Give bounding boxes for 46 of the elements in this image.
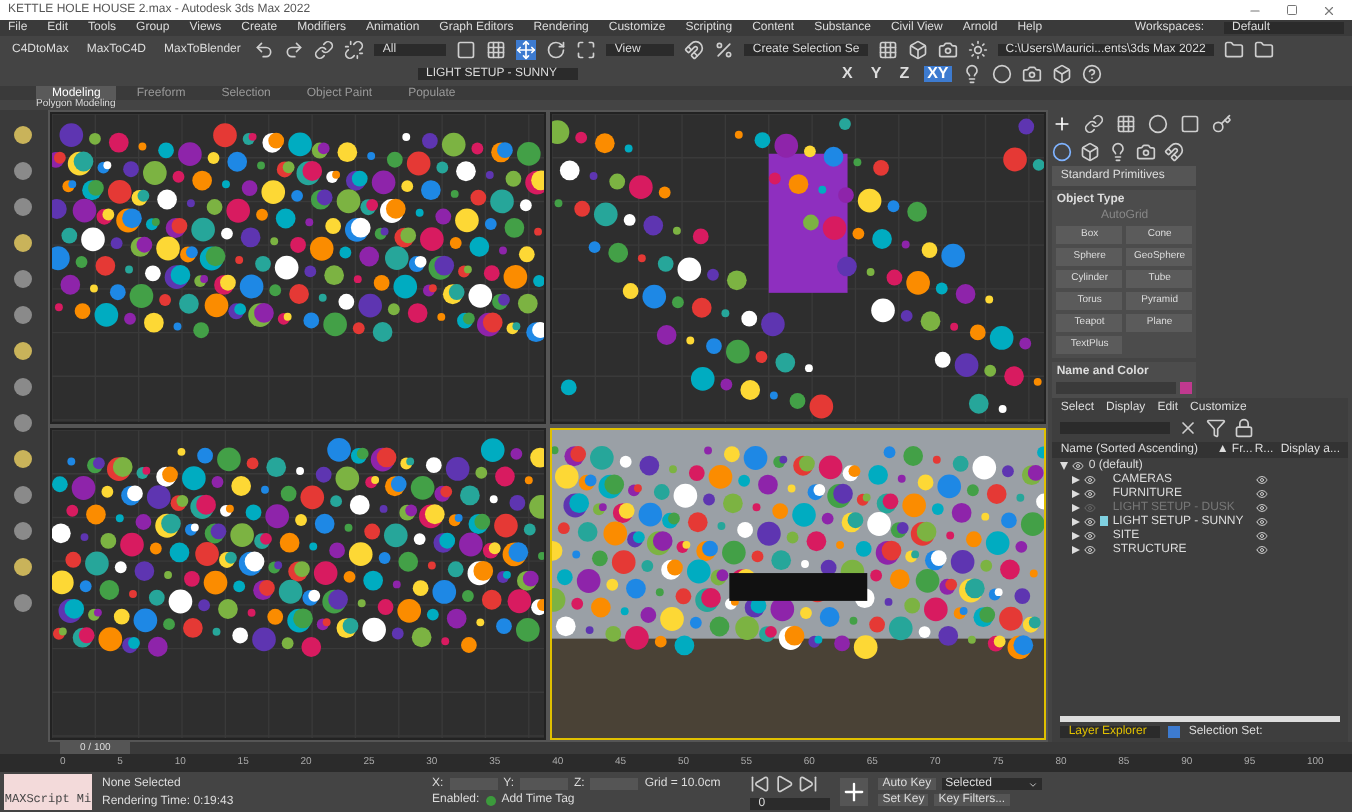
render-eye-icon[interactable]: [1256, 529, 1269, 541]
box-icon[interactable]: [1052, 64, 1073, 84]
last-frame-icon[interactable]: [798, 774, 819, 794]
lights-icon[interactable]: [1108, 142, 1129, 162]
folder-icon[interactable]: [1253, 39, 1274, 59]
camera-icon[interactable]: [1022, 64, 1043, 84]
maximize-icon[interactable]: [1286, 4, 1298, 16]
play-icon[interactable]: [774, 774, 795, 794]
help-icon[interactable]: [1082, 64, 1103, 84]
redo-icon[interactable]: [284, 39, 305, 59]
link-icon[interactable]: [314, 39, 335, 59]
grid-icon[interactable]: [877, 39, 898, 59]
render-eye-icon[interactable]: [1256, 487, 1269, 499]
geometry-icon[interactable]: [1052, 142, 1073, 162]
snap-icon[interactable]: [684, 39, 705, 59]
box-icon[interactable]: [907, 39, 928, 59]
color-swatch[interactable]: [1180, 382, 1193, 394]
unlink-icon[interactable]: [344, 39, 365, 59]
axis-constraint-button[interactable]: Z: [895, 66, 914, 82]
percent-snap-icon[interactable]: [714, 39, 735, 59]
cameras-icon[interactable]: [1136, 142, 1157, 162]
first-frame-icon[interactable]: [750, 774, 771, 794]
dropdown-caret-icon: [1027, 779, 1038, 789]
filter-icon[interactable]: [1206, 418, 1227, 438]
layer-explorer-icon[interactable]: [1168, 726, 1181, 738]
light-icon[interactable]: [962, 64, 983, 84]
close-icon[interactable]: [1322, 3, 1336, 17]
render-eye-icon[interactable]: [1256, 515, 1269, 527]
close-icon[interactable]: [1178, 418, 1199, 438]
name-field[interactable]: [1056, 382, 1177, 394]
folder-icon[interactable]: [1223, 39, 1244, 59]
lock-icon[interactable]: [1234, 418, 1255, 438]
axis-constraint-button[interactable]: X: [838, 66, 857, 82]
render-eye-icon[interactable]: [1256, 501, 1269, 513]
create-icon[interactable]: [1052, 114, 1073, 134]
rotate-icon[interactable]: [546, 39, 567, 59]
render-eye-icon[interactable]: [1256, 473, 1269, 485]
expand-arrow-icon[interactable]: [1060, 461, 1069, 469]
axis-constraint-button[interactable]: XY: [923, 66, 953, 82]
sun-icon[interactable]: [967, 39, 988, 59]
render-eye-icon[interactable]: [1256, 543, 1269, 555]
toggle-icon[interactable]: [485, 795, 496, 805]
axis-constraint-button[interactable]: Y: [866, 66, 886, 82]
sphere-icon[interactable]: [992, 64, 1013, 84]
undo-icon[interactable]: [254, 39, 275, 59]
scrollbar[interactable]: [1060, 716, 1340, 722]
